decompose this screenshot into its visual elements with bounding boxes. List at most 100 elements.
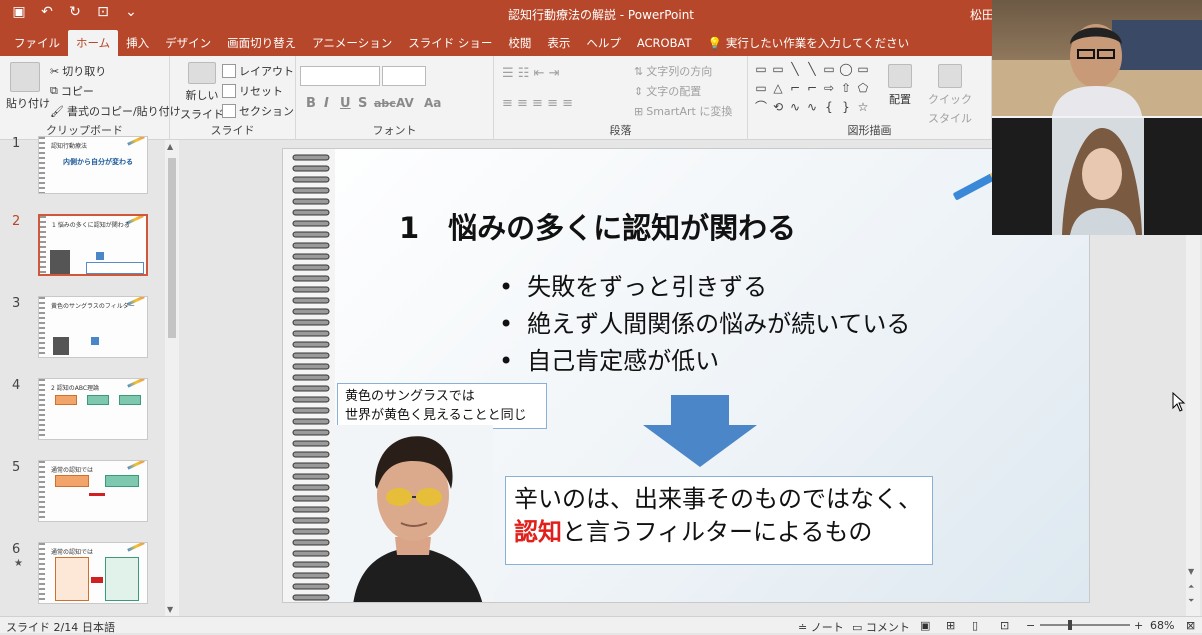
bullet-list[interactable]: 失敗をずっと引きずる 絶えず人間関係の悩みが続いている 自己肯定感が低い bbox=[499, 267, 910, 378]
slide-title[interactable]: 1 悩みの多くに認知が関わる bbox=[399, 205, 796, 247]
thumb-title: 認知行動療法 bbox=[51, 143, 88, 150]
section-label: セクション bbox=[239, 105, 294, 118]
copy-icon: ⧉ bbox=[50, 84, 58, 97]
man-with-sunglasses-photo[interactable] bbox=[333, 425, 493, 603]
binding-ring bbox=[292, 462, 330, 469]
zoom-slider-thumb[interactable] bbox=[1068, 620, 1072, 630]
font-name-combo[interactable] bbox=[300, 66, 380, 86]
scissors-icon: ✂ bbox=[50, 64, 60, 78]
layout-label: レイアウト bbox=[239, 65, 294, 78]
user-name[interactable]: 松田 bbox=[970, 6, 994, 23]
copy-button[interactable]: ⧉ コピー bbox=[50, 83, 94, 99]
binding-ring bbox=[292, 528, 330, 535]
slide-sorter-icon[interactable]: ⊞ bbox=[946, 619, 955, 632]
section-button[interactable]: セクション bbox=[222, 103, 294, 119]
slideshow-view-icon[interactable]: ⊡ bbox=[1000, 619, 1009, 632]
thumb-title: 通常の認知では bbox=[51, 467, 94, 474]
tab-home[interactable]: ホーム bbox=[68, 30, 119, 56]
tab-view[interactable]: 表示 bbox=[539, 30, 578, 56]
thumb-preview: 1 悩みの多くに認知が関わる bbox=[38, 214, 148, 276]
change-case-button[interactable]: Aa bbox=[424, 96, 441, 110]
zoom-level[interactable]: 68% bbox=[1150, 619, 1174, 632]
reading-view-icon[interactable]: ▯ bbox=[972, 619, 978, 632]
thumb-title: 通常の認知では bbox=[51, 549, 94, 556]
zoom-out-icon[interactable]: − bbox=[1026, 619, 1035, 632]
underline-button[interactable]: U bbox=[340, 96, 351, 111]
video-tile-host[interactable] bbox=[992, 0, 1202, 116]
video-tile-participant[interactable] bbox=[992, 118, 1202, 235]
brush-icon: 🖌 bbox=[50, 104, 64, 118]
fit-to-window-icon[interactable]: ⊠ bbox=[1186, 619, 1195, 632]
scroll-up-icon[interactable]: ▲ bbox=[167, 142, 173, 151]
binding-ring bbox=[292, 264, 330, 271]
char-spacing-button[interactable]: AV bbox=[396, 96, 414, 110]
binding-ring bbox=[292, 440, 330, 447]
smartart-label: SmartArt に変換 bbox=[646, 105, 733, 118]
tab-review[interactable]: 校閲 bbox=[500, 30, 539, 56]
shapes-gallery[interactable]: ▭ ▭ ╲ ╲ ▭ ◯ ▭ ▭ △ ⌐ ⌐ ⇨ ⇧ ⬠ ⌒ ⟲ ∿ ∿{} ☆ bbox=[754, 62, 869, 116]
tab-design[interactable]: デザイン bbox=[157, 30, 219, 56]
sunglasses-callout[interactable]: 黄色のサングラスでは 世界が黄色く見えることと同じ bbox=[337, 383, 547, 429]
reset-button[interactable]: リセット bbox=[222, 83, 283, 99]
highlight-word: 認知 bbox=[514, 518, 562, 546]
tab-acrobat[interactable]: ACROBAT bbox=[629, 30, 700, 56]
bold-button[interactable]: B bbox=[306, 96, 316, 111]
binding-ring bbox=[292, 187, 330, 194]
new-slide-label-1: 新しい bbox=[185, 89, 219, 102]
scroll-thumb[interactable] bbox=[168, 158, 176, 338]
tab-animations[interactable]: アニメーション bbox=[304, 30, 400, 56]
current-slide[interactable]: 1 悩みの多くに認知が関わる 失敗をずっと引きずる 絶えず人間関係の悩みが続いて… bbox=[282, 148, 1090, 603]
align-buttons[interactable]: ≡ ≡ ≡ ≡ ≡ bbox=[502, 96, 573, 111]
previous-slide-icon[interactable]: ⏶ bbox=[1188, 582, 1194, 592]
format-painter-button[interactable]: 🖌 書式のコピー/貼り付け bbox=[50, 103, 181, 119]
text-direction-button[interactable]: ⇅ 文字列の方向 bbox=[634, 63, 712, 79]
shadow-button[interactable]: S bbox=[358, 96, 367, 111]
tab-file[interactable]: ファイル bbox=[6, 30, 68, 56]
tab-help[interactable]: ヘルプ bbox=[578, 30, 629, 56]
thumb-preview: 通常の認知では bbox=[38, 460, 148, 522]
zoom-slider[interactable] bbox=[1040, 624, 1130, 626]
binding-ring bbox=[292, 154, 330, 161]
tab-insert[interactable]: 挿入 bbox=[118, 30, 157, 56]
scroll-down-icon[interactable]: ▼ bbox=[167, 605, 173, 614]
binding-ring bbox=[292, 429, 330, 436]
thumb-subtitle: 内側から自分が変わる bbox=[63, 158, 133, 166]
tell-me-search[interactable]: 💡 実行したい作業を入力してください bbox=[699, 30, 917, 56]
thumbnail-1[interactable]: 1 認知行動療法 内側から自分が変わる bbox=[0, 136, 170, 202]
thumbnail-2[interactable]: 2 1 悩みの多くに認知が関わる bbox=[0, 214, 170, 280]
cut-button[interactable]: ✂ 切り取り bbox=[50, 63, 106, 79]
arrange-button[interactable]: 配置 bbox=[888, 64, 912, 107]
normal-view-icon[interactable]: ▣ bbox=[920, 619, 930, 632]
layout-button[interactable]: レイアウト bbox=[222, 63, 294, 79]
font-size-combo[interactable] bbox=[382, 66, 426, 86]
align-text-button[interactable]: ⇕ 文字の配置 bbox=[634, 83, 701, 99]
paste-label: 貼り付け bbox=[6, 97, 50, 110]
scroll-down-icon[interactable]: ▼ bbox=[1188, 567, 1194, 576]
strikethrough-button[interactable]: abc bbox=[374, 97, 396, 110]
paragraph-group-label: 段落 bbox=[609, 124, 632, 137]
italic-button[interactable]: I bbox=[324, 96, 329, 111]
tab-slideshow[interactable]: スライド ショー bbox=[400, 30, 500, 56]
section-icon bbox=[222, 104, 236, 118]
next-slide-icon[interactable]: ⏷ bbox=[1188, 596, 1194, 606]
mouse-cursor-icon bbox=[1172, 392, 1186, 412]
thumbnail-3[interactable]: 3 黄色のサングラスのフィルター bbox=[0, 296, 170, 362]
font-group-label: フォント bbox=[372, 124, 417, 137]
thumbnail-scrollbar[interactable]: ▲ ▼ bbox=[165, 140, 179, 616]
smartart-button[interactable]: ⊞ SmartArt に変換 bbox=[634, 103, 732, 119]
binding-ring bbox=[292, 352, 330, 359]
quick-styles-button[interactable]: クイック スタイル bbox=[928, 64, 972, 126]
zoom-in-icon[interactable]: + bbox=[1134, 619, 1143, 632]
thumbnail-6[interactable]: 6 ★ 通常の認知では bbox=[0, 542, 170, 608]
thumbnail-5[interactable]: 5 通常の認知では bbox=[0, 460, 170, 526]
thumbnail-4[interactable]: 4 2 認知のABC理論 bbox=[0, 378, 170, 444]
bullets-button[interactable]: ☰ ☷ ⇤ ⇥ bbox=[502, 66, 560, 81]
key-message-box[interactable]: 辛いのは、出来事そのものではなく、 認知と言うフィルターによるもの bbox=[505, 476, 933, 565]
down-arrow-shape[interactable] bbox=[641, 395, 759, 469]
new-slide-button[interactable]: 新しい スライド bbox=[180, 62, 224, 122]
paste-button[interactable]: 貼り付け bbox=[6, 62, 50, 111]
binding-ring bbox=[292, 594, 330, 601]
paste-icon bbox=[10, 62, 40, 92]
thumb-number: 1 bbox=[12, 136, 21, 151]
tab-transitions[interactable]: 画面切り替え bbox=[219, 30, 304, 56]
